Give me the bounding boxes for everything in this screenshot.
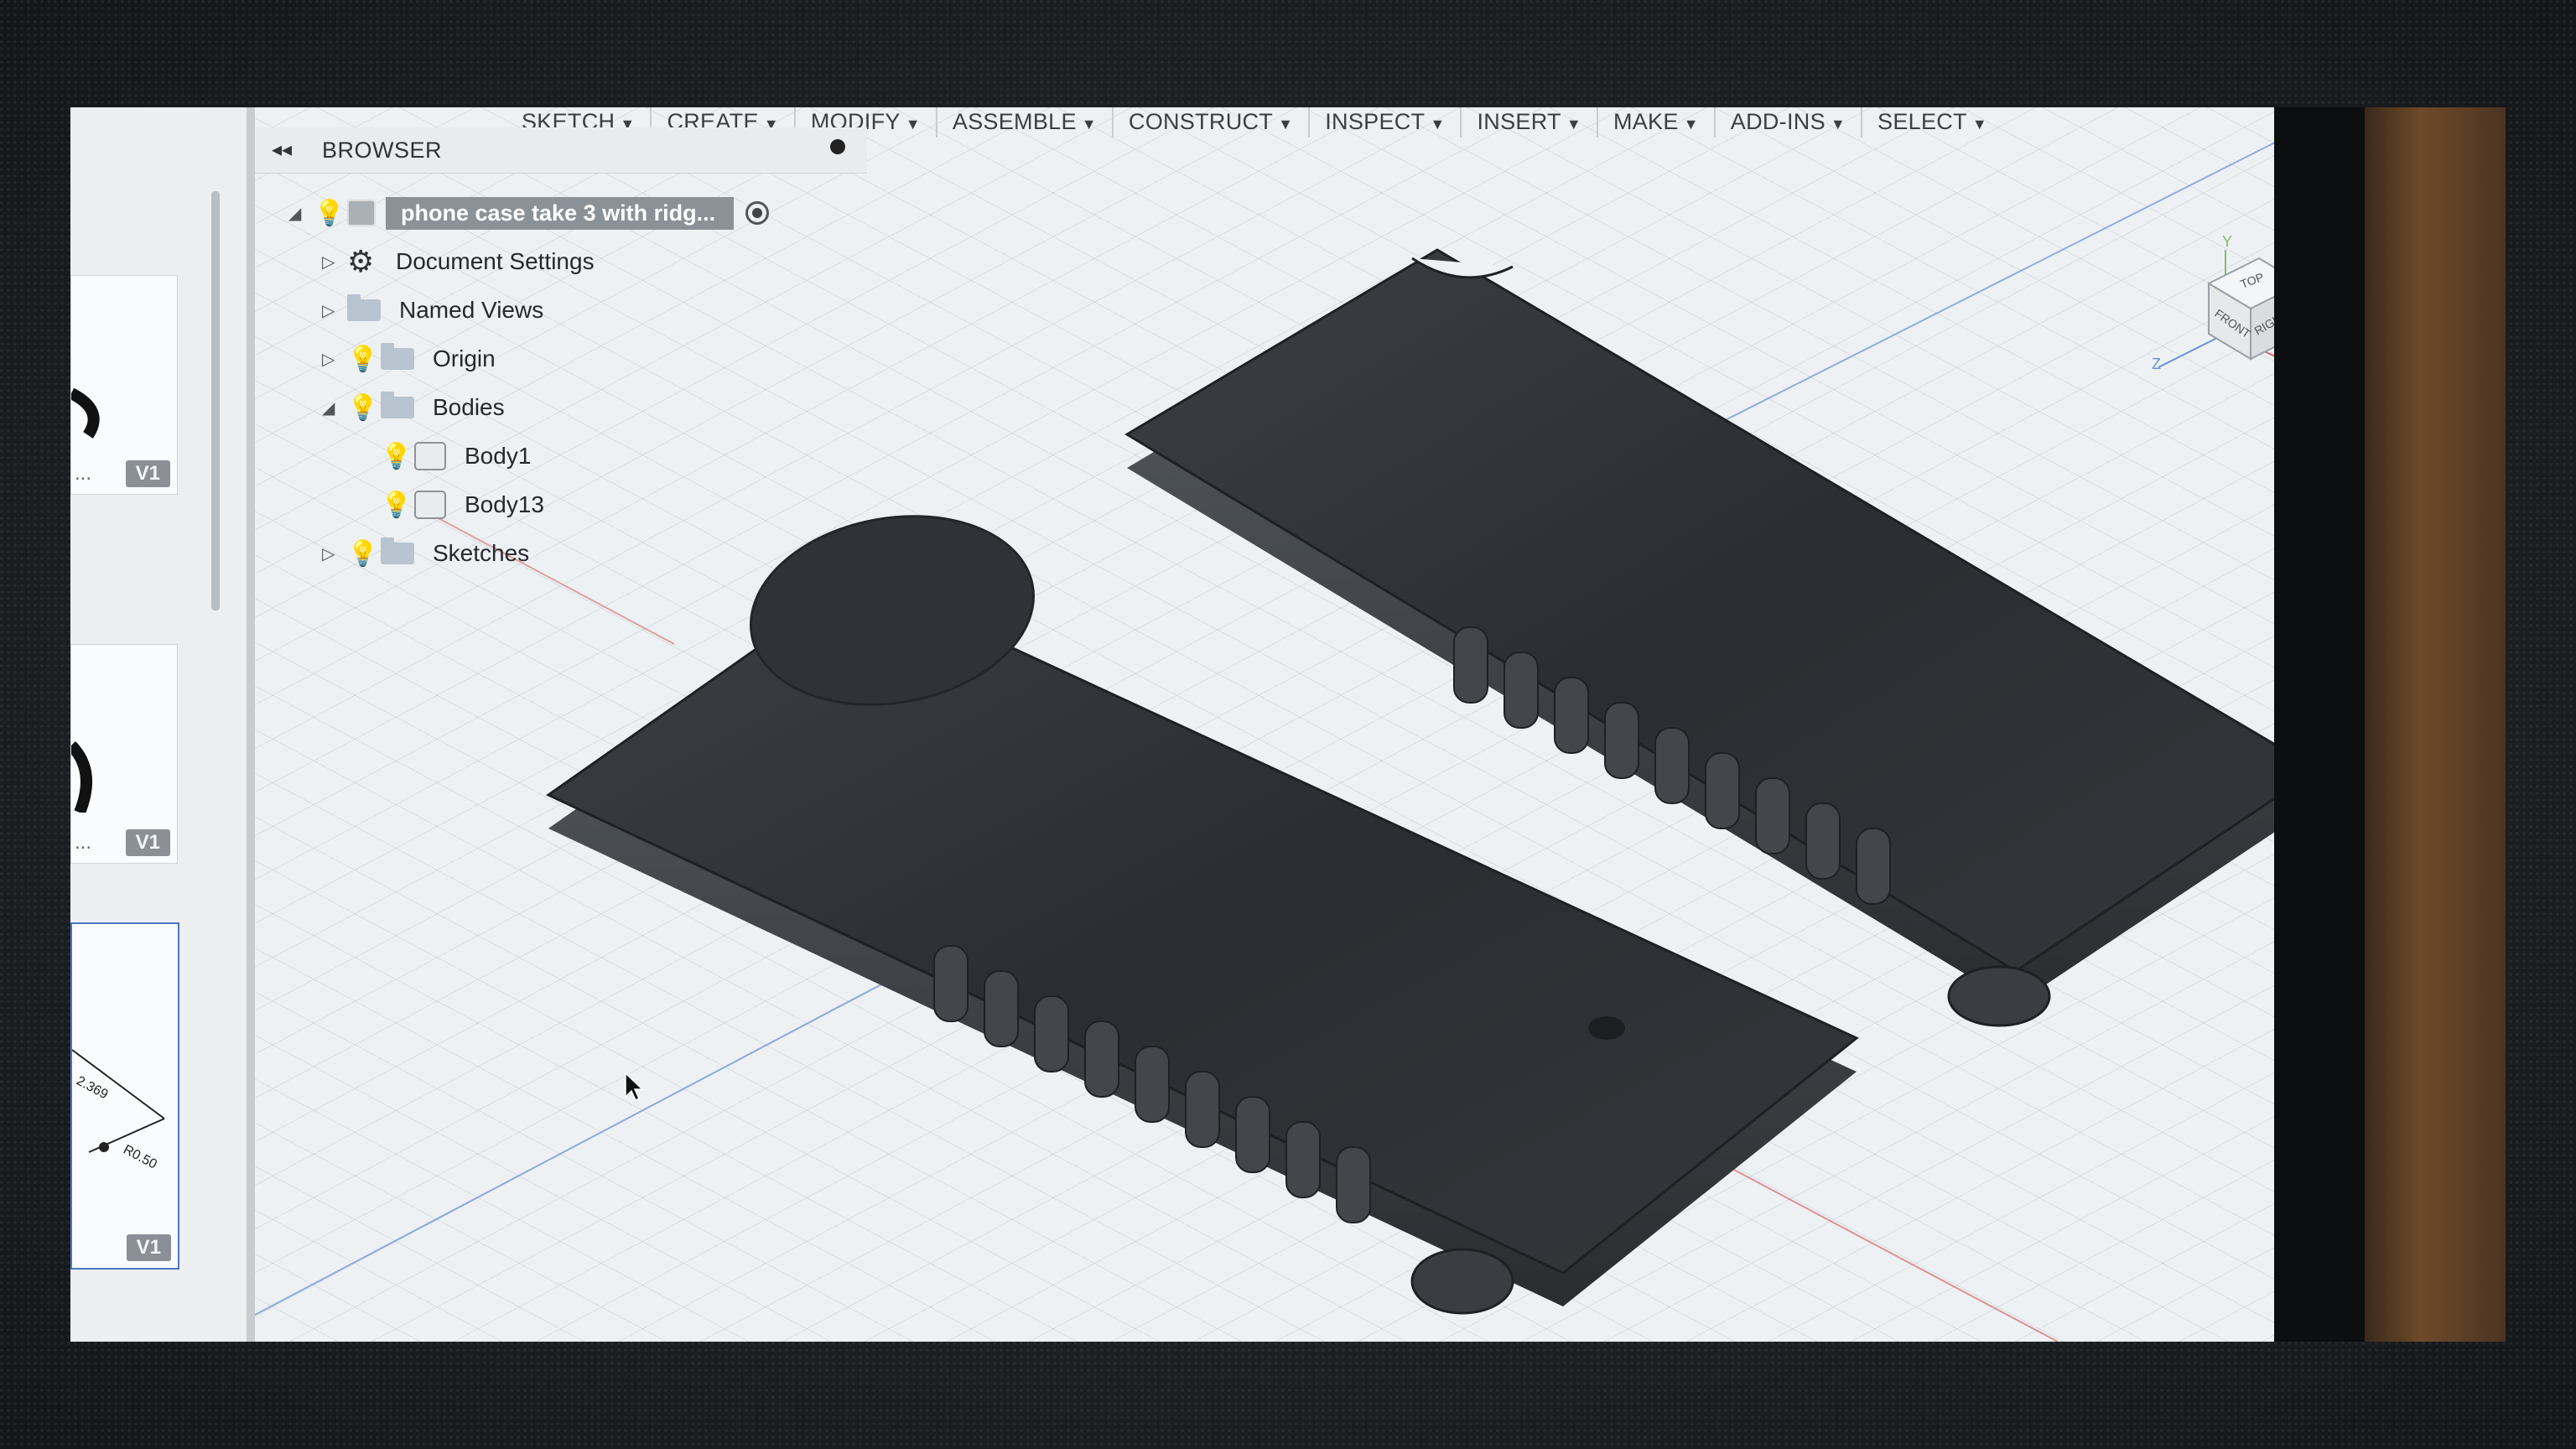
folder-icon (347, 294, 381, 321)
toolbar-insert-label: INSERT (1477, 109, 1561, 134)
chevron-down-icon: ▼ (1683, 116, 1699, 132)
expanded-triangle-icon[interactable]: ◢ (288, 203, 314, 224)
toolbar-inspect-label: INSPECT (1325, 109, 1426, 134)
visibility-bulb-icon[interactable]: 💡 (347, 539, 381, 569)
chevron-down-icon: ▼ (1430, 116, 1446, 132)
collapsed-triangle-icon[interactable]: ▷ (322, 252, 347, 273)
toolbar-make-label: MAKE (1613, 109, 1679, 134)
design-thumbnail-2[interactable]: ... V1 (70, 644, 178, 864)
tree-item-label: Body1 (465, 443, 532, 469)
folder-icon (381, 392, 414, 418)
chevron-down-icon: ▼ (1971, 116, 1987, 132)
chevron-down-icon: ▼ (1081, 116, 1097, 132)
design-thumbnail-3[interactable]: 2.369 R0.50 V1 (70, 922, 179, 1270)
panel-divider[interactable] (247, 107, 255, 1342)
chevron-down-icon: ▼ (905, 116, 921, 132)
chevron-down-icon: ▼ (1566, 116, 1581, 132)
thumbnail-preview-1 (70, 387, 100, 439)
version-badge[interactable]: V1 (126, 1234, 171, 1261)
tree-item-sketches[interactable]: ▷ 💡 Sketches (322, 532, 529, 575)
body-icon (414, 491, 446, 519)
toolbar-assemble-label: ASSEMBLE (952, 109, 1077, 134)
browser-panel: ◂◂ BROWSER ◢ 💡 phone case take 3 with ri… (255, 127, 867, 664)
root-component-label[interactable]: phone case take 3 with ridg... (386, 196, 735, 230)
fusion-window: ... V1 ... V1 2.369 R0.50 V1 SKETCH ▼ CR… (70, 107, 2345, 1342)
visibility-bulb-icon[interactable]: 💡 (347, 393, 381, 423)
thumbnail-ellipsis: ... (75, 462, 92, 485)
visibility-bulb-icon[interactable]: 💡 (314, 199, 347, 228)
toolbar-insert[interactable]: INSERT ▼ (1462, 107, 1598, 138)
collapse-panel-icon[interactable]: ◂◂ (272, 138, 292, 162)
mouse-cursor-icon (625, 1072, 644, 1102)
component-icon (347, 200, 376, 226)
chevron-down-icon: ▼ (1278, 116, 1294, 132)
axis-y-label: Y (2222, 233, 2232, 250)
axis-z-label: Z (2152, 356, 2161, 372)
tree-item-label: Body13 (465, 491, 544, 517)
tree-root[interactable]: ◢ 💡 phone case take 3 with ridg... (288, 191, 770, 235)
version-badge[interactable]: V1 (125, 460, 170, 487)
browser-title: BROWSER (322, 138, 443, 163)
toolbar-add-ins-label: ADD-INS (1730, 109, 1826, 134)
thumbnail-sketch-preview: 2.369 R0.50 (71, 1049, 165, 1172)
sketch-dimension-1: 2.369 (74, 1074, 110, 1103)
tree-item-body13[interactable]: 💡 Body13 (381, 483, 544, 527)
folder-icon (381, 538, 414, 564)
collapsed-triangle-icon[interactable]: ▷ (322, 543, 347, 564)
tree-item-bodies[interactable]: ◢ 💡 Bodies (322, 386, 505, 429)
viewport-canvas[interactable]: SKETCH ▼ CREATE ▼ MODIFY ▼ ASSEMBLE ▼ CONSTR… (255, 107, 2345, 1342)
visibility-bulb-icon[interactable]: 💡 (347, 345, 381, 374)
browser-header: ◂◂ BROWSER (255, 127, 867, 174)
tree-item-body1[interactable]: 💡 Body1 (381, 434, 531, 478)
tree-item-label: Sketches (433, 540, 530, 566)
tree-item-label: Document Settings (396, 248, 595, 274)
thumbnail-ellipsis: ... (75, 831, 92, 854)
folder-icon (381, 343, 414, 370)
toolbar-select[interactable]: SELECT ▼ (1862, 107, 2002, 138)
toolbar-select-label: SELECT (1877, 109, 1967, 134)
pin-icon[interactable] (830, 139, 845, 154)
tree-item-named-views[interactable]: ▷ Named Views (322, 288, 543, 332)
chevron-down-icon: ▼ (1830, 116, 1846, 132)
version-badge[interactable]: V1 (125, 829, 170, 856)
collapsed-triangle-icon[interactable]: ▷ (322, 349, 347, 370)
tree-item-document-settings[interactable]: ▷ ⚙ Document Settings (322, 240, 595, 283)
gear-icon: ⚙ (347, 244, 375, 278)
monitor-bezel (2274, 107, 2365, 1342)
toolbar-inspect[interactable]: INSPECT ▼ (1310, 107, 1462, 138)
expanded-triangle-icon[interactable]: ◢ (322, 397, 347, 418)
thumbnail-preview-2 (70, 741, 92, 815)
toolbar-construct[interactable]: CONSTRUCT ▼ (1114, 107, 1311, 138)
tree-item-origin[interactable]: ▷ 💡 Origin (322, 337, 496, 381)
toolbar-construct-label: CONSTRUCT (1128, 109, 1274, 134)
sketch-dimension-2: R0.50 (121, 1143, 159, 1172)
collapsed-triangle-icon[interactable]: ▷ (322, 300, 347, 321)
toolbar-assemble[interactable]: ASSEMBLE ▼ (937, 107, 1114, 138)
background-desk (2365, 107, 2506, 1342)
visibility-bulb-icon[interactable]: 💡 (381, 442, 414, 471)
panel-scrollbar[interactable] (211, 191, 220, 610)
activate-radio-icon[interactable] (745, 201, 770, 225)
body-icon (414, 442, 446, 470)
tree-item-label: Named Views (399, 297, 544, 323)
tree-item-label: Origin (433, 345, 496, 371)
visibility-bulb-icon[interactable]: 💡 (381, 491, 414, 520)
tree-item-label: Bodies (433, 394, 505, 420)
data-panel: ... V1 ... V1 2.369 R0.50 V1 (70, 107, 247, 1342)
toolbar-add-ins[interactable]: ADD-INS ▼ (1716, 107, 1863, 138)
toolbar-make[interactable]: MAKE ▼ (1598, 107, 1716, 138)
design-thumbnail-1[interactable]: ... V1 (70, 275, 178, 495)
